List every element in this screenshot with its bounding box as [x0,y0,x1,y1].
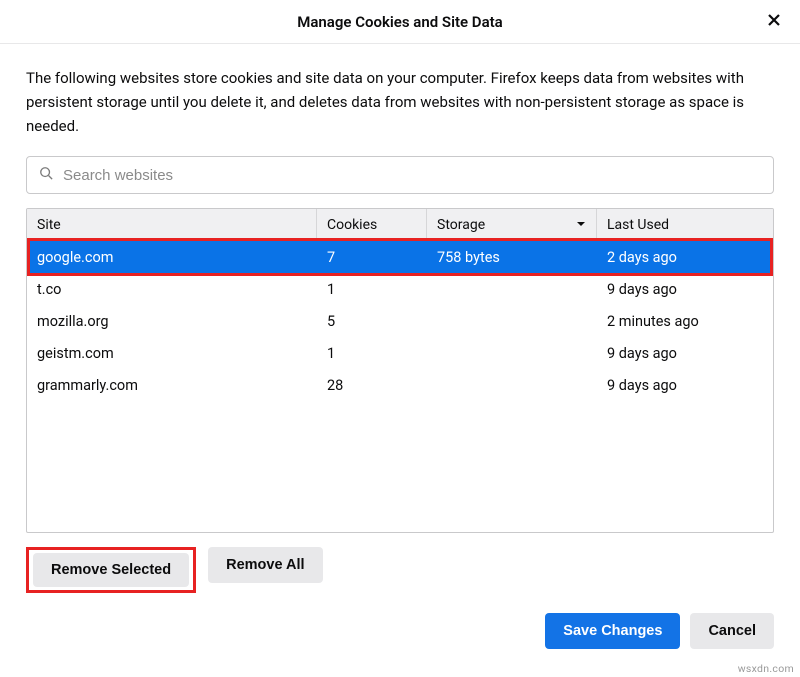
table-row[interactable]: mozilla.org5 2 minutes ago [27,305,773,337]
cell-lastused: 2 minutes ago [597,313,773,330]
cell-cookies: 7 [317,249,427,266]
close-icon [766,12,782,32]
action-row: Remove Selected Remove All [26,547,774,593]
search-icon [39,166,61,184]
remove-selected-button[interactable]: Remove Selected [33,553,189,587]
cell-lastused: 2 days ago [597,249,773,266]
dialog-title: Manage Cookies and Site Data [297,13,502,31]
column-lastused[interactable]: Last Used [597,209,773,240]
table-body: google.com7758 bytes2 days agot.co19 day… [27,241,773,401]
description-text: The following websites store cookies and… [26,66,774,138]
search-input[interactable] [61,166,761,185]
sort-desc-icon [576,217,586,233]
table-row[interactable]: grammarly.com28 9 days ago [27,369,773,401]
table-row[interactable]: geistm.com1 9 days ago [27,337,773,369]
cell-site: t.co [27,281,317,298]
dialog-header: Manage Cookies and Site Data [0,0,800,44]
dialog-content: The following websites store cookies and… [0,44,800,607]
cancel-button[interactable]: Cancel [690,613,774,649]
watermark: wsxdn.com [738,662,794,675]
cell-lastused: 9 days ago [597,377,773,394]
close-button[interactable] [760,8,788,36]
cell-cookies: 5 [317,313,427,330]
cell-lastused: 9 days ago [597,345,773,362]
column-storage-label: Storage [437,217,485,233]
cell-site: google.com [27,249,317,266]
dialog-footer: Save Changes Cancel [0,613,800,663]
sites-table: Site Cookies Storage Last Used google.co… [26,208,774,533]
cell-site: mozilla.org [27,313,317,330]
column-site[interactable]: Site [27,209,317,240]
remove-all-button[interactable]: Remove All [208,547,322,583]
table-header: Site Cookies Storage Last Used [27,209,773,241]
search-field[interactable] [26,156,774,194]
table-row[interactable]: t.co1 9 days ago [27,273,773,305]
save-changes-button[interactable]: Save Changes [545,613,680,649]
column-storage[interactable]: Storage [427,209,597,240]
table-row[interactable]: google.com7758 bytes2 days ago [27,241,773,273]
cell-lastused: 9 days ago [597,281,773,298]
cell-cookies: 28 [317,377,427,394]
cell-cookies: 1 [317,281,427,298]
cell-cookies: 1 [317,345,427,362]
cell-storage: 758 bytes [427,249,597,266]
cell-site: grammarly.com [27,377,317,394]
remove-selected-highlight: Remove Selected [26,547,196,593]
column-cookies[interactable]: Cookies [317,209,427,240]
cell-site: geistm.com [27,345,317,362]
